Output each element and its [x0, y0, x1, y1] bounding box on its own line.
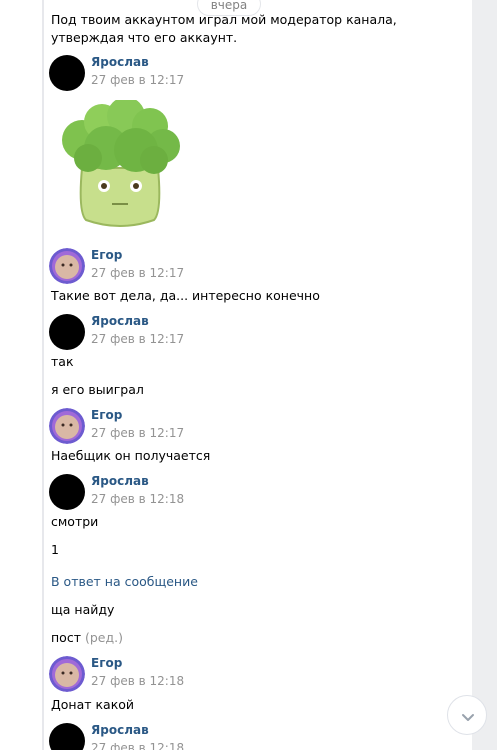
author-name[interactable]: Ярослав	[91, 723, 149, 737]
message-text-edited: пост (ред.)	[51, 630, 123, 645]
message-text: пост	[51, 630, 81, 645]
message-text: я его выиграл	[51, 382, 144, 397]
message-text: так	[51, 354, 74, 369]
chat-history[interactable]: Под твоим аккаунтом играл мой модератор …	[0, 0, 472, 750]
avatar[interactable]	[49, 656, 85, 692]
date-separator: вчера	[197, 0, 261, 16]
message-text: Такие вот дела, да... интересно конечно	[51, 288, 320, 303]
message-text: Донат какой	[51, 697, 135, 712]
message-time[interactable]: 27 фев в 12:17	[91, 266, 184, 280]
author-name[interactable]: Егор	[91, 656, 122, 670]
message-time[interactable]: 27 фев в 12:18	[91, 741, 184, 750]
chat-root: Под твоим аккаунтом играл мой модератор …	[0, 0, 497, 750]
message-text: ща найду	[51, 602, 115, 617]
message-time[interactable]: 27 фев в 12:17	[91, 426, 184, 440]
avatar[interactable]	[49, 474, 85, 510]
message-text: Наебщик он получается	[51, 448, 211, 463]
message-text: смотри	[51, 514, 99, 529]
avatar[interactable]	[49, 408, 85, 444]
message-text: утверждая что его аккаунт.	[51, 30, 238, 45]
history-divider-line	[42, 0, 44, 750]
message-time[interactable]: 27 фев в 12:17	[91, 73, 184, 87]
message-time[interactable]: 27 фев в 12:18	[91, 492, 184, 506]
avatar[interactable]	[49, 248, 85, 284]
author-name[interactable]: Ярослав	[91, 314, 149, 328]
author-name[interactable]: Ярослав	[91, 55, 149, 69]
edited-label[interactable]: (ред.)	[85, 630, 123, 645]
reply-link[interactable]: В ответ на сообщение	[51, 574, 198, 589]
avatar[interactable]	[49, 314, 85, 350]
broccoli-sticker-icon[interactable]	[58, 97, 184, 230]
message-time[interactable]: 27 фев в 12:17	[91, 332, 184, 346]
avatar[interactable]	[49, 723, 85, 750]
author-name[interactable]: Егор	[91, 408, 122, 422]
chevron-down-icon	[462, 714, 474, 721]
avatar[interactable]	[49, 55, 85, 91]
scroll-to-bottom-button[interactable]	[447, 695, 487, 735]
author-name[interactable]: Ярослав	[91, 474, 149, 488]
message-text: 1	[51, 542, 59, 557]
message-time[interactable]: 27 фев в 12:18	[91, 674, 184, 688]
author-name[interactable]: Егор	[91, 248, 122, 262]
